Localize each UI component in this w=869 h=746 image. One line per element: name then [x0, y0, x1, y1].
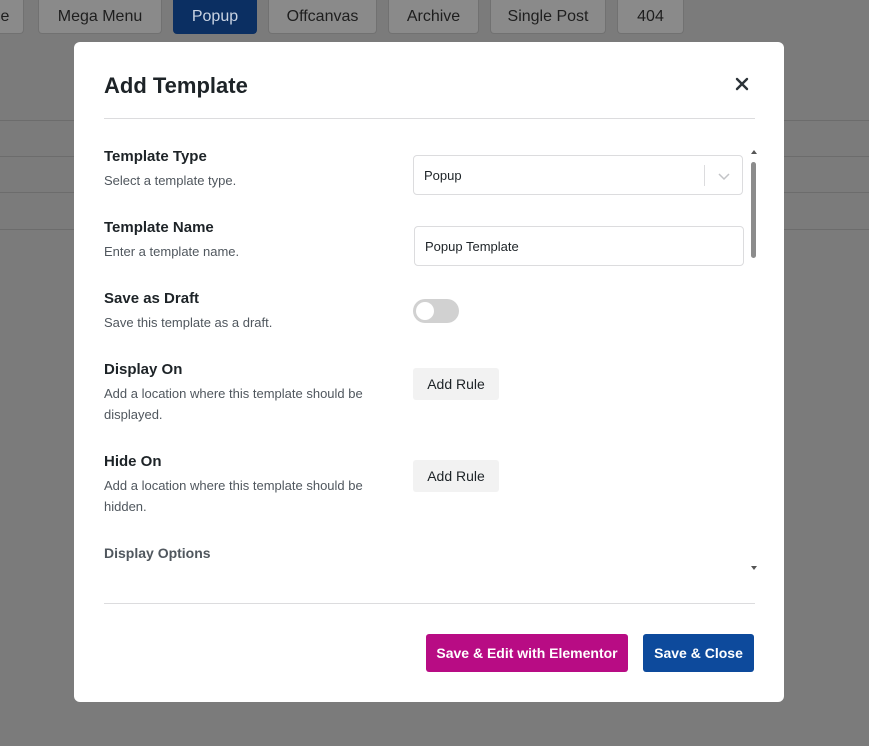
hide-on-row: Hide On Add a location where this templa…: [104, 453, 724, 517]
display-on-description: Add a location where this template shoul…: [104, 386, 363, 422]
add-template-modal: Add Template Template Type Select a temp…: [74, 42, 784, 702]
select-separator: [704, 165, 705, 186]
display-on-add-rule-button[interactable]: Add Rule: [413, 368, 499, 400]
hide-on-description: Add a location where this template shoul…: [104, 478, 363, 514]
footer-divider: [104, 603, 755, 604]
close-button[interactable]: [730, 72, 754, 96]
hide-on-add-rule-button[interactable]: Add Rule: [413, 460, 499, 492]
template-name-input[interactable]: [414, 226, 744, 266]
header-divider: [104, 118, 755, 119]
scroll-thumb[interactable]: [751, 162, 756, 258]
tab-single-post[interactable]: Single Post: [490, 0, 606, 34]
form-scrollbar[interactable]: [750, 150, 758, 570]
save-edit-elementor-button[interactable]: Save & Edit with Elementor: [426, 634, 628, 672]
tab-partial[interactable]: e: [0, 0, 24, 34]
tab-popup[interactable]: Popup: [173, 0, 257, 34]
save-as-draft-description: Save this template as a draft.: [104, 315, 273, 330]
modal-form: Template Type Select a template type. Po…: [104, 142, 755, 572]
template-type-select[interactable]: Popup: [413, 155, 743, 195]
template-type-description: Select a template type.: [104, 173, 237, 188]
save-close-button[interactable]: Save & Close: [643, 634, 754, 672]
tab-archive[interactable]: Archive: [388, 0, 479, 34]
save-as-draft-row: Save as Draft Save this template as a dr…: [104, 290, 724, 333]
chevron-down-icon: [718, 173, 730, 181]
toggle-knob: [416, 302, 434, 320]
template-name-description: Enter a template name.: [104, 244, 240, 259]
tab-404[interactable]: 404: [617, 0, 684, 34]
template-name-row: Template Name Enter a template name.: [104, 219, 744, 266]
template-type-row: Template Type Select a template type. Po…: [104, 148, 743, 195]
template-tabs: e Mega Menu Popup Offcanvas Archive Sing…: [0, 0, 869, 36]
tab-offcanvas[interactable]: Offcanvas: [268, 0, 377, 34]
display-on-row: Display On Add a location where this tem…: [104, 361, 724, 425]
display-options-heading: Display Options: [104, 545, 211, 561]
scroll-up-icon[interactable]: [751, 150, 757, 154]
close-icon: [735, 77, 749, 91]
scroll-down-icon[interactable]: [751, 566, 757, 570]
modal-title: Add Template: [104, 73, 248, 98]
template-type-value: Popup: [424, 168, 462, 183]
tab-mega-menu[interactable]: Mega Menu: [38, 0, 162, 34]
save-as-draft-toggle[interactable]: [413, 299, 459, 323]
